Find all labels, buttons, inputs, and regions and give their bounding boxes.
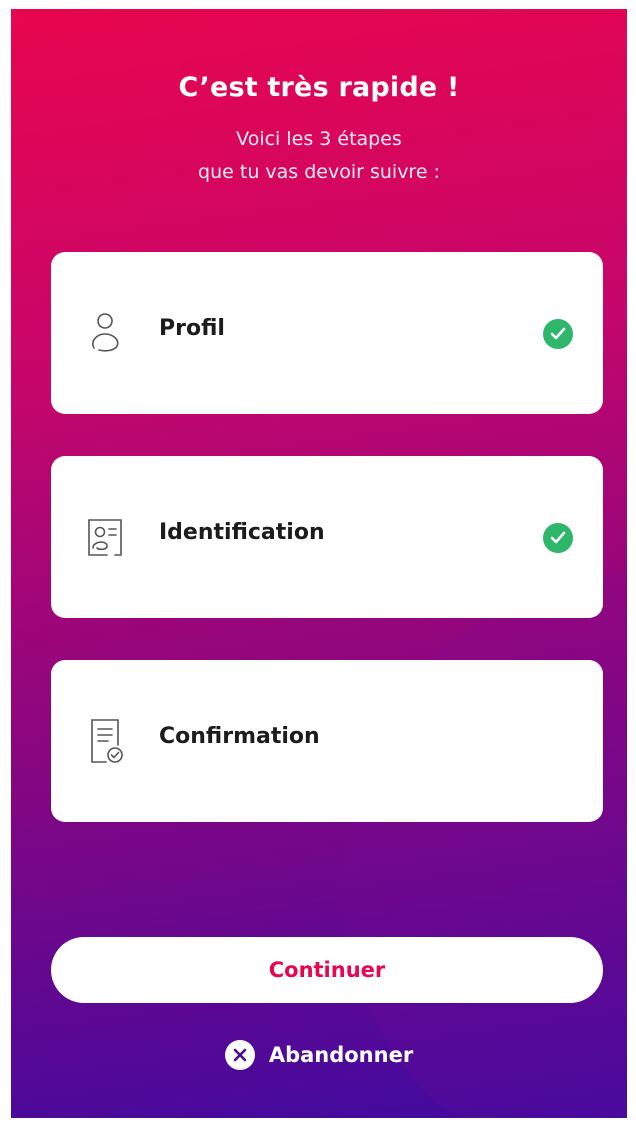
abandon-button[interactable]: Abandonner — [11, 1039, 627, 1071]
page-subtitle: Voici les 3 étapes que tu vas devoir sui… — [11, 123, 627, 189]
abandon-label: Abandonner — [268, 1043, 414, 1067]
check-icon — [543, 523, 573, 553]
step-label: Profil — [159, 316, 225, 341]
step-label: Confirmation — [159, 724, 320, 749]
profile-icon — [77, 304, 133, 360]
step-card-profil: Profil — [51, 252, 603, 414]
page-title: C’est très rapide ! — [178, 72, 460, 103]
check-icon — [543, 319, 573, 349]
close-circle-icon — [224, 1040, 255, 1070]
subtitle-line-1: Voici les 3 étapes — [236, 128, 402, 150]
document-check-icon — [77, 712, 133, 768]
step-card-identification: Identification — [51, 456, 603, 618]
step-label: Identification — [159, 520, 325, 545]
continue-button[interactable]: Continuer — [51, 937, 603, 1003]
onboarding-screen: C’est très rapide ! Voici les 3 étapes q… — [11, 9, 627, 1118]
subtitle-line-2: que tu vas devoir suivre : — [198, 161, 440, 183]
id-card-icon — [77, 508, 133, 564]
step-card-confirmation: Confirmation — [51, 660, 603, 822]
